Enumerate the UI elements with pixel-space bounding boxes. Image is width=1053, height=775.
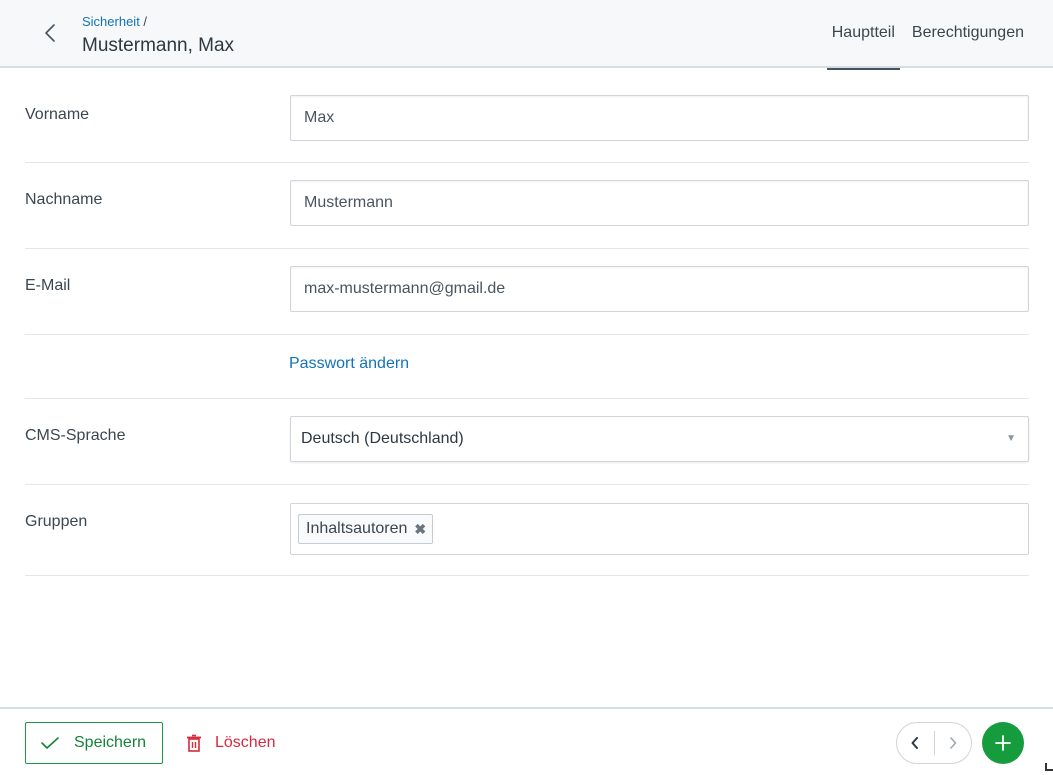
back-button[interactable] bbox=[38, 20, 62, 46]
tag-remove-icon[interactable]: ✖ bbox=[414, 521, 426, 538]
groups-label: Gruppen bbox=[25, 513, 88, 530]
plus-icon bbox=[995, 735, 1011, 751]
breadcrumb: Sicherheit / bbox=[82, 14, 147, 29]
action-footer: Speichern Löschen bbox=[0, 707, 1053, 775]
form-row-language: CMS-Sprache Deutsch (Deutschland) ▼ bbox=[25, 399, 1029, 485]
first-name-label: Vorname bbox=[25, 106, 90, 123]
email-label: E-Mail bbox=[25, 277, 71, 294]
dropdown-arrow-icon: ▼ bbox=[1006, 433, 1016, 444]
last-name-input[interactable] bbox=[290, 180, 1029, 226]
form-row-email: E-Mail bbox=[25, 249, 1029, 335]
language-selected-value: Deutsch (Deutschland) bbox=[301, 430, 464, 447]
chevron-right-icon bbox=[949, 737, 957, 749]
save-button[interactable]: Speichern bbox=[25, 722, 163, 764]
page-title: Mustermann, Max bbox=[82, 35, 235, 56]
check-icon bbox=[41, 737, 59, 749]
form-row-first-name: Vorname bbox=[25, 78, 1029, 163]
user-form: Vorname Nachname E-Mail Passwort ändern … bbox=[25, 78, 1029, 576]
trash-icon bbox=[187, 734, 201, 752]
record-pager bbox=[896, 722, 972, 764]
last-name-label: Nachname bbox=[25, 191, 103, 208]
language-label: CMS-Sprache bbox=[25, 427, 126, 444]
save-button-label: Speichern bbox=[74, 734, 147, 751]
breadcrumb-link-security[interactable]: Sicherheit bbox=[82, 14, 140, 29]
groups-tag-input[interactable]: Inhaltsautoren ✖ bbox=[290, 503, 1029, 555]
previous-record-button[interactable] bbox=[897, 723, 934, 763]
delete-button-label: Löschen bbox=[215, 734, 276, 751]
email-input[interactable] bbox=[290, 266, 1029, 312]
first-name-input[interactable] bbox=[290, 95, 1029, 141]
form-row-last-name: Nachname bbox=[25, 163, 1029, 249]
delete-button[interactable]: Löschen bbox=[186, 722, 276, 764]
tab-bar: Hauptteil Berechtigungen bbox=[826, 0, 1053, 70]
breadcrumb-separator: / bbox=[139, 14, 148, 29]
group-tag-label: Inhaltsautoren bbox=[306, 520, 408, 537]
language-select[interactable]: Deutsch (Deutschland) ▼ bbox=[290, 416, 1029, 462]
resize-handle[interactable] bbox=[1045, 763, 1053, 771]
form-row-groups: Gruppen Inhaltsautoren ✖ bbox=[25, 485, 1029, 576]
chevron-left-icon bbox=[911, 737, 919, 749]
back-chevron-icon bbox=[45, 24, 55, 42]
next-record-button[interactable] bbox=[934, 723, 971, 763]
tab-main[interactable]: Hauptteil bbox=[826, 0, 901, 70]
group-tag: Inhaltsautoren ✖ bbox=[298, 514, 434, 544]
tab-permissions[interactable]: Berechtigungen bbox=[907, 0, 1029, 68]
change-password-link[interactable]: Passwort ändern bbox=[289, 355, 409, 373]
page-header: Sicherheit / Mustermann, Max Hauptteil B… bbox=[0, 0, 1053, 70]
form-row-password: Passwort ändern bbox=[25, 335, 1029, 399]
add-button[interactable] bbox=[982, 722, 1024, 764]
